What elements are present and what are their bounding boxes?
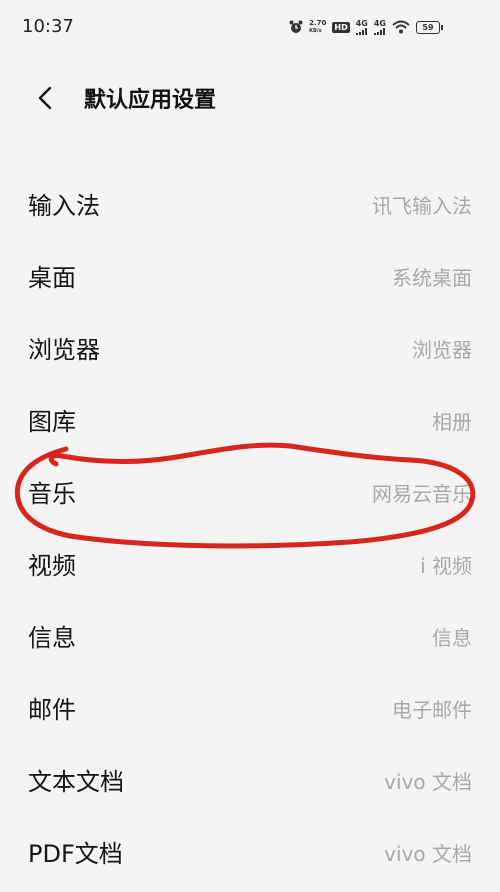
back-button[interactable] (28, 78, 64, 118)
setting-label: 桌面 (28, 264, 76, 292)
setting-value: 相册 (432, 410, 472, 434)
setting-value: i 视频 (420, 554, 472, 578)
chevron-left-icon (38, 86, 52, 110)
setting-row-video[interactable]: 视频 i 视频 (0, 528, 500, 600)
setting-label: 浏览器 (28, 336, 100, 364)
sim2-network-label: 4G (373, 18, 386, 28)
setting-label: PDF文档 (28, 840, 123, 868)
sim1-network-label: 4G (355, 18, 368, 28)
header: 默认应用设置 (0, 72, 500, 122)
setting-label: 音乐 (28, 480, 76, 508)
setting-row-launcher[interactable]: 桌面 系统桌面 (0, 240, 500, 312)
setting-row-music[interactable]: 音乐 网易云音乐 (0, 456, 500, 528)
wifi-icon (392, 20, 410, 34)
setting-label: 信息 (28, 624, 76, 652)
setting-label: 邮件 (28, 696, 76, 724)
alarm-icon (289, 20, 303, 33)
setting-row-gallery[interactable]: 图库 相册 (0, 384, 500, 456)
status-icons: 2.70 KB/s HD 4G 4G 59 (289, 18, 443, 35)
setting-value: 信息 (432, 626, 472, 650)
hd-voice-icon: HD (332, 21, 350, 33)
setting-value: 电子邮件 (392, 698, 472, 722)
battery-level: 59 (422, 22, 434, 32)
setting-value: 系统桌面 (392, 266, 472, 290)
setting-row-messages[interactable]: 信息 信息 (0, 600, 500, 672)
setting-value: 讯飞输入法 (372, 194, 472, 218)
setting-label: 输入法 (28, 192, 100, 220)
setting-value: 浏览器 (412, 338, 472, 362)
page-title: 默认应用设置 (84, 88, 217, 113)
setting-row-browser[interactable]: 浏览器 浏览器 (0, 312, 500, 384)
sim2-signal-icon: 4G (373, 18, 386, 35)
setting-row-text-document[interactable]: 文本文档 vivo 文档 (0, 744, 500, 816)
sim1-signal-icon: 4G (355, 18, 368, 35)
setting-label: 文本文档 (28, 768, 124, 796)
network-speed-unit: KB/s (309, 28, 322, 34)
battery-icon: 59 (416, 20, 443, 34)
setting-row-email[interactable]: 邮件 电子邮件 (0, 672, 500, 744)
setting-value: 网易云音乐 (372, 482, 472, 506)
default-apps-list: 输入法 讯飞输入法 桌面 系统桌面 浏览器 浏览器 图库 相册 音乐 网易云音乐… (0, 168, 500, 888)
setting-label: 图库 (28, 408, 76, 436)
setting-value: vivo 文档 (384, 770, 472, 794)
status-bar: 10:37 2.70 KB/s HD 4G 4G 59 (0, 0, 500, 56)
setting-label: 视频 (28, 552, 76, 580)
setting-value: vivo 文档 (384, 842, 472, 866)
status-time: 10:37 (22, 16, 74, 37)
network-speed-value: 2.70 (309, 19, 327, 27)
setting-row-pdf-document[interactable]: PDF文档 vivo 文档 (0, 816, 500, 888)
setting-row-input-method[interactable]: 输入法 讯飞输入法 (0, 168, 500, 240)
network-speed: 2.70 KB/s (309, 19, 326, 35)
